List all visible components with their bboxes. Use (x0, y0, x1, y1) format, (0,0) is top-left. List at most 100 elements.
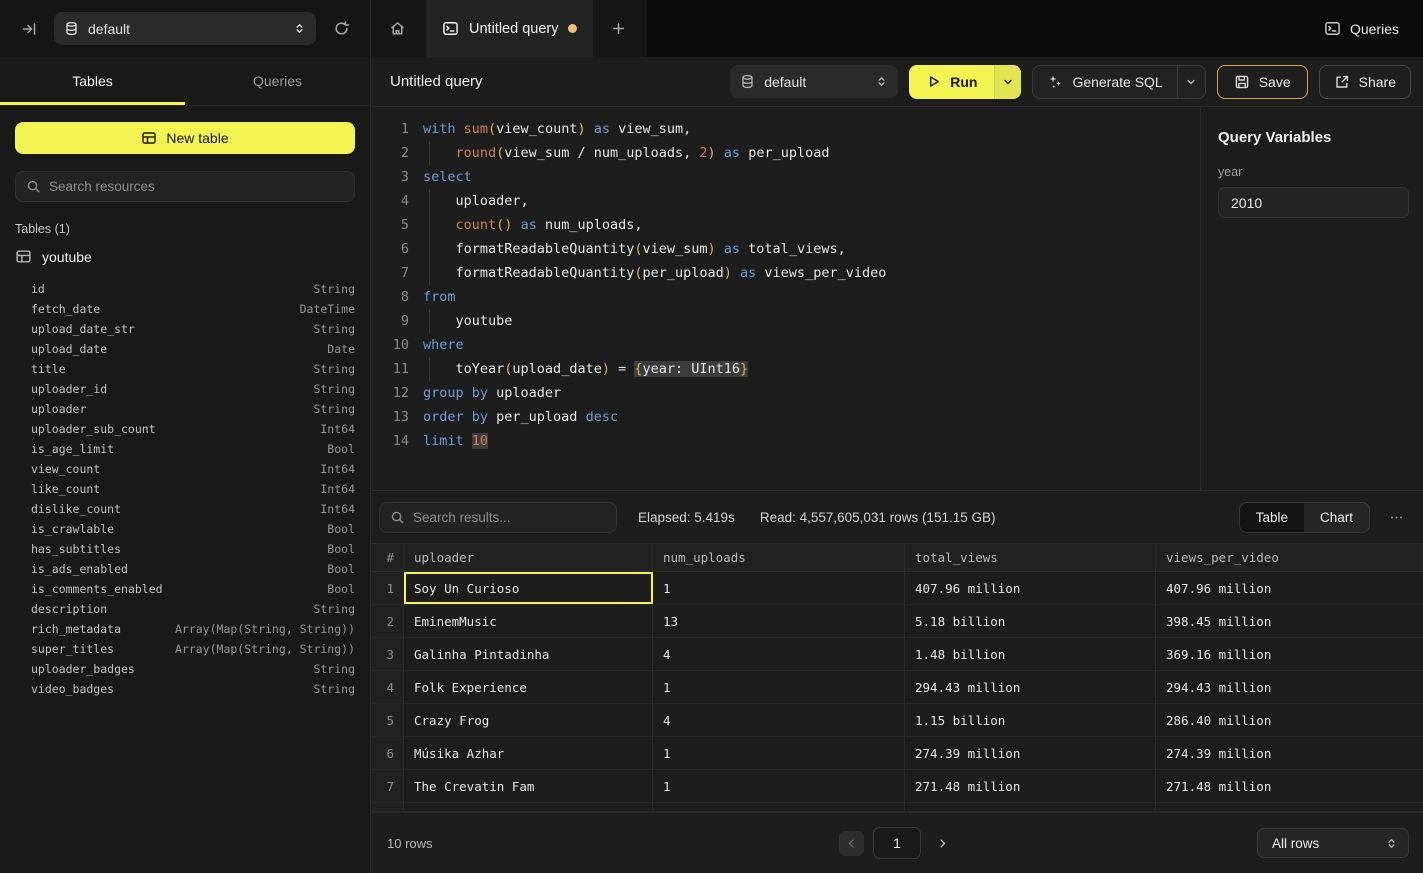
cell[interactable]: 271.48 million (905, 770, 1156, 802)
table-column-row[interactable]: dislike_countInt64 (15, 499, 355, 519)
row-index[interactable]: 3 (371, 638, 404, 670)
resource-search[interactable] (15, 171, 355, 202)
column-header-index[interactable]: # (371, 544, 404, 571)
code-line[interactable]: 10where (383, 333, 1200, 357)
code-line[interactable]: 2 round(view_sum / num_uploads, 2) as pe… (383, 141, 1200, 165)
table-column-row[interactable]: is_crawlableBool (15, 519, 355, 539)
table-column-row[interactable]: has_subtitlesBool (15, 539, 355, 559)
row-index[interactable]: 6 (371, 737, 404, 769)
resource-search-input[interactable] (49, 179, 344, 194)
table-column-row[interactable]: descriptionString (15, 599, 355, 619)
cell[interactable]: 4 (653, 704, 905, 736)
database-selector-toolbar[interactable]: default (730, 65, 898, 98)
cell[interactable]: 1.15 billion (905, 704, 1156, 736)
cell[interactable]: The Crevatin Fam (404, 770, 653, 802)
row-index[interactable]: 4 (371, 671, 404, 703)
column-header-num_uploads[interactable]: num_uploads (653, 544, 905, 571)
cell[interactable]: 294.43 million (1156, 671, 1423, 703)
code-line[interactable]: 4 uploader, (383, 189, 1200, 213)
code-line[interactable]: 8from (383, 285, 1200, 309)
code-line[interactable]: 1with sum(view_count) as view_sum, (383, 117, 1200, 141)
table-column-row[interactable]: view_countInt64 (15, 459, 355, 479)
table-column-row[interactable]: is_age_limitBool (15, 439, 355, 459)
queries-button[interactable]: Queries (1300, 0, 1423, 57)
code-line[interactable]: 7 formatReadableQuantity(per_upload) as … (383, 261, 1200, 285)
cell[interactable]: 286.40 million (1156, 704, 1423, 736)
code-line[interactable]: 12group by uploader (383, 381, 1200, 405)
generate-sql-options-button[interactable] (1177, 66, 1205, 98)
save-button[interactable]: Save (1217, 65, 1308, 99)
table-column-row[interactable]: like_countInt64 (15, 479, 355, 499)
cell[interactable]: 407.96 million (905, 572, 1156, 604)
table-column-row[interactable]: is_ads_enabledBool (15, 559, 355, 579)
cell[interactable]: 274.39 million (1156, 737, 1423, 769)
code-line[interactable]: 14limit 10 (383, 429, 1200, 453)
column-header-views_per_video[interactable]: views_per_video (1156, 544, 1423, 571)
cell[interactable]: 1 (653, 770, 905, 802)
table-column-row[interactable]: uploader_badgesString (15, 659, 355, 679)
table-column-row[interactable]: upload_date_strString (15, 319, 355, 339)
database-selector-sidebar[interactable]: default (54, 12, 316, 45)
new-tab-button[interactable] (603, 14, 633, 44)
table-column-row[interactable]: upload_dateDate (15, 339, 355, 359)
row-index[interactable]: 2 (371, 605, 404, 637)
cell[interactable]: 1.48 billion (905, 638, 1156, 670)
cell[interactable]: 13 (653, 605, 905, 637)
query-tab[interactable]: Untitled query (426, 0, 593, 57)
code-line[interactable]: 11 toYear(upload_date) = {year: UInt16} (383, 357, 1200, 381)
tab-tables[interactable]: Tables (0, 57, 185, 105)
cell[interactable]: Folk Experience (404, 671, 653, 703)
column-header-uploader[interactable]: uploader (404, 544, 653, 571)
cell[interactable]: 1 (653, 572, 905, 604)
view-toggle-chart[interactable]: Chart (1304, 503, 1369, 532)
cell[interactable]: 5.18 billion (905, 605, 1156, 637)
cell[interactable]: 294.43 million (905, 671, 1156, 703)
results-search[interactable] (379, 502, 617, 533)
table-column-row[interactable]: rich_metadataArray(Map(String, String)) (15, 619, 355, 639)
row-index[interactable]: 1 (371, 572, 404, 604)
code-line[interactable]: 6 formatReadableQuantity(view_sum) as to… (383, 237, 1200, 261)
current-page[interactable]: 1 (873, 827, 921, 859)
table-column-row[interactable]: super_titlesArray(Map(String, String)) (15, 639, 355, 659)
row-index[interactable]: 7 (371, 770, 404, 802)
run-button[interactable]: Run (909, 65, 994, 99)
cell[interactable]: 4 (653, 638, 905, 670)
cell[interactable]: 1 (653, 737, 905, 769)
variable-input-year[interactable] (1218, 187, 1409, 218)
table-column-row[interactable]: uploader_sub_countInt64 (15, 419, 355, 439)
next-page-button[interactable] (930, 831, 955, 856)
more-options-button[interactable] (1383, 504, 1409, 530)
sidebar-table-youtube[interactable]: youtube (15, 248, 355, 265)
cell[interactable]: Músika Azhar (404, 737, 653, 769)
row-index[interactable]: 5 (371, 704, 404, 736)
cell[interactable]: Crazy Frog (404, 704, 653, 736)
table-column-row[interactable]: uploader_idString (15, 379, 355, 399)
table-column-row[interactable]: idString (15, 279, 355, 299)
tab-queries[interactable]: Queries (185, 57, 370, 105)
run-options-button[interactable] (994, 65, 1021, 99)
cell[interactable]: Galinha Pintadinha (404, 638, 653, 670)
cell[interactable]: 1 (653, 671, 905, 703)
cell[interactable]: 407.96 million (1156, 572, 1423, 604)
code-line[interactable]: 13order by per_upload desc (383, 405, 1200, 429)
cell[interactable]: 369.16 million (1156, 638, 1423, 670)
refresh-button[interactable] (326, 14, 356, 44)
cell[interactable]: Soy Un Curioso (404, 572, 653, 604)
cell[interactable]: EminemMusic (404, 605, 653, 637)
collapse-sidebar-button[interactable] (14, 14, 44, 44)
table-column-row[interactable]: titleString (15, 359, 355, 379)
page-size-selector[interactable]: All rows (1257, 828, 1409, 858)
column-header-total_views[interactable]: total_views (905, 544, 1156, 571)
prev-page-button[interactable] (839, 831, 864, 856)
table-column-row[interactable]: video_badgesString (15, 679, 355, 699)
code-line[interactable]: 3select (383, 165, 1200, 189)
home-button[interactable] (381, 12, 414, 45)
cell[interactable]: 274.39 million (905, 737, 1156, 769)
sql-editor[interactable]: 1with sum(view_count) as view_sum,2 roun… (371, 107, 1200, 490)
cell[interactable]: 398.45 million (1156, 605, 1423, 637)
generate-sql-button[interactable]: Generate SQL (1033, 66, 1176, 98)
share-button[interactable]: Share (1319, 65, 1411, 99)
table-column-row[interactable]: is_comments_enabledBool (15, 579, 355, 599)
new-table-button[interactable]: New table (15, 122, 355, 154)
table-column-row[interactable]: fetch_dateDateTime (15, 299, 355, 319)
